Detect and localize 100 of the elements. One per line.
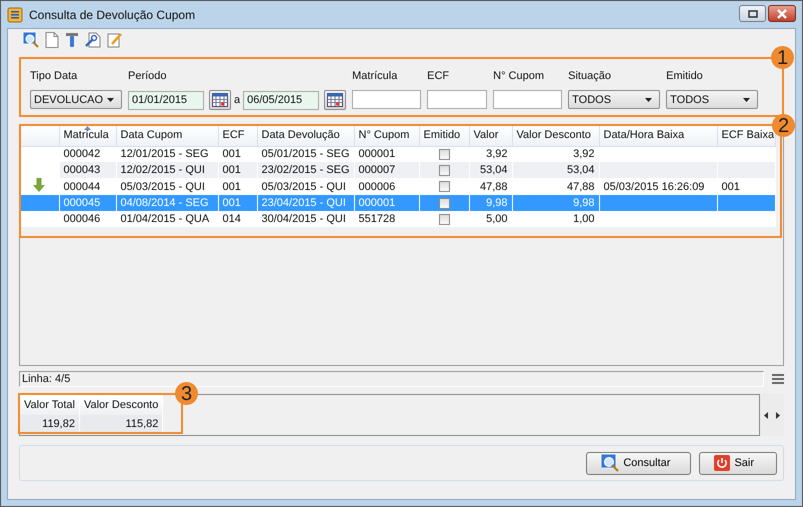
checkbox[interactable]: [438, 164, 450, 176]
checkbox[interactable]: [438, 181, 450, 192]
input-field[interactable]: [352, 90, 422, 109]
caret-icon: [743, 98, 750, 102]
table-cell: 000046: [64, 213, 100, 225]
table-cell: 3,92: [486, 148, 508, 160]
table-cell: 1,00: [573, 213, 594, 225]
window-title: Consulta de Devolução Cupom: [29, 8, 196, 22]
wrench-document-icon[interactable]: [85, 32, 101, 48]
table-cell: 12/01/2015 - SEG: [120, 148, 209, 160]
app-icon: [7, 6, 23, 22]
table-cell: 3,92: [573, 148, 594, 160]
field-label: N° Cupom: [493, 70, 545, 84]
field-label: Período: [128, 70, 168, 84]
column-header[interactable]: Data Cupom: [116, 125, 218, 146]
dropdown[interactable]: TODOS: [568, 90, 660, 109]
table-cell: 000001: [358, 148, 396, 160]
field-label: Situação: [568, 70, 612, 84]
table-cell: 014: [222, 213, 241, 225]
table-cell: 05/03/2015 - QUI: [262, 180, 346, 192]
date-field[interactable]: 06/05/2015: [243, 90, 320, 110]
checkbox[interactable]: [438, 214, 450, 225]
new-document-icon[interactable]: [45, 32, 59, 48]
edit-icon[interactable]: [107, 32, 123, 48]
menu-icon[interactable]: [772, 374, 784, 384]
field-label: Tipo Data: [30, 70, 78, 84]
calendar-icon: [327, 93, 344, 107]
column-header[interactable]: Matrícula: [59, 125, 116, 146]
table-cell: 04/08/2014 - SEG: [120, 197, 209, 209]
table-cell: 53,04: [480, 164, 508, 176]
table-row[interactable]: 000043 12/02/2015 - QUI 001 23/02/2015 - SEG 000007 53,04 53,04: [20, 162, 775, 178]
close-icon: [776, 8, 788, 18]
table-cell: 01/04/2015 - QUA: [120, 213, 210, 225]
callout-badge: 3: [175, 382, 198, 405]
column-header[interactable]: ECF: [218, 125, 257, 146]
dropdown[interactable]: TODOS: [666, 90, 758, 109]
table-cell: 001: [722, 180, 740, 192]
table-cell: 47,88: [566, 180, 594, 192]
restore-button[interactable]: [739, 5, 766, 22]
table-cell: 5,00: [486, 213, 508, 225]
table-row[interactable]: 000046 01/04/2015 - QUA 014 30/04/2015 - QUI 551728 5,00 1,00: [20, 211, 775, 227]
column-header: Valor Desconto: [79, 395, 163, 415]
table-cell: 23/04/2015 - QUI: [262, 197, 346, 209]
table-cell: 551728: [358, 213, 396, 225]
search-icon[interactable]: [23, 32, 39, 48]
input-field[interactable]: [427, 90, 488, 109]
field-label: Matrícula: [352, 70, 398, 84]
calendar-button[interactable]: [324, 90, 346, 110]
caret-icon: [107, 98, 114, 102]
callout-badge: 1: [771, 46, 794, 69]
left-arrow-icon[interactable]: [764, 412, 768, 418]
table-cell: 9,98: [486, 197, 508, 209]
column-header[interactable]: Data/Hora Baixa: [599, 125, 717, 146]
table-cell: 001: [222, 148, 241, 160]
range-separator: a: [234, 94, 240, 106]
row-count: Linha: 4/5: [22, 373, 70, 385]
column-header[interactable]: ECF Baixa: [717, 125, 775, 146]
column-header[interactable]: Valor: [469, 125, 512, 146]
table-cell: 001: [222, 180, 241, 192]
column-header: Valor Total: [20, 395, 80, 415]
checkbox[interactable]: [438, 198, 450, 209]
sort-arrow-icon: [84, 126, 90, 130]
table-cell: 000043: [64, 164, 100, 176]
input-field[interactable]: [493, 90, 562, 109]
power-icon: [714, 455, 730, 471]
table-cell: 000042: [64, 148, 100, 160]
close-button[interactable]: [768, 5, 796, 22]
column-header[interactable]: Emitido: [419, 125, 469, 146]
table-cell: 001: [222, 197, 241, 209]
table-cell: 000001: [358, 197, 396, 209]
checkbox[interactable]: [438, 148, 450, 160]
caret-icon: [645, 98, 652, 102]
search-icon: [601, 454, 620, 472]
table-cell: 9,98: [573, 197, 594, 209]
table-cell: 000006: [358, 180, 396, 192]
column-header[interactable]: Valor Desconto: [512, 125, 599, 146]
total-value: 119,82: [20, 415, 80, 432]
tools-icon[interactable]: [65, 32, 79, 48]
date-field[interactable]: 01/01/2015: [128, 90, 204, 110]
field-label: ECF: [427, 70, 450, 84]
table-cell: 05/01/2015 - SEG: [262, 148, 350, 160]
table-cell: 000007: [358, 164, 396, 176]
table-cell: 12/02/2015 - QUI: [120, 164, 205, 176]
calendar-icon: [212, 93, 228, 107]
right-arrow-icon[interactable]: [776, 412, 780, 418]
table-cell: 000044: [64, 180, 100, 192]
dropdown[interactable]: DEVOLUCAO: [30, 90, 122, 109]
table-cell: 05/03/2015 16:26:09: [604, 180, 704, 192]
table-cell: 05/03/2015 - QUI: [120, 180, 205, 192]
table-cell: 47,88: [480, 180, 508, 192]
table-cell: 30/04/2015 - QUI: [262, 213, 346, 225]
column-header[interactable]: Data Devolução: [257, 125, 354, 146]
search-button[interactable]: Consultar: [586, 452, 692, 474]
calendar-button[interactable]: [209, 90, 231, 110]
table-cell: 53,04: [566, 164, 594, 176]
field-label: Emitido: [666, 70, 704, 84]
column-header[interactable]: N° Cupom: [354, 125, 419, 146]
callout-badge: 2: [772, 114, 795, 137]
table-cell: 23/02/2015 - SEG: [262, 164, 350, 176]
exit-button[interactable]: Sair: [699, 452, 777, 474]
